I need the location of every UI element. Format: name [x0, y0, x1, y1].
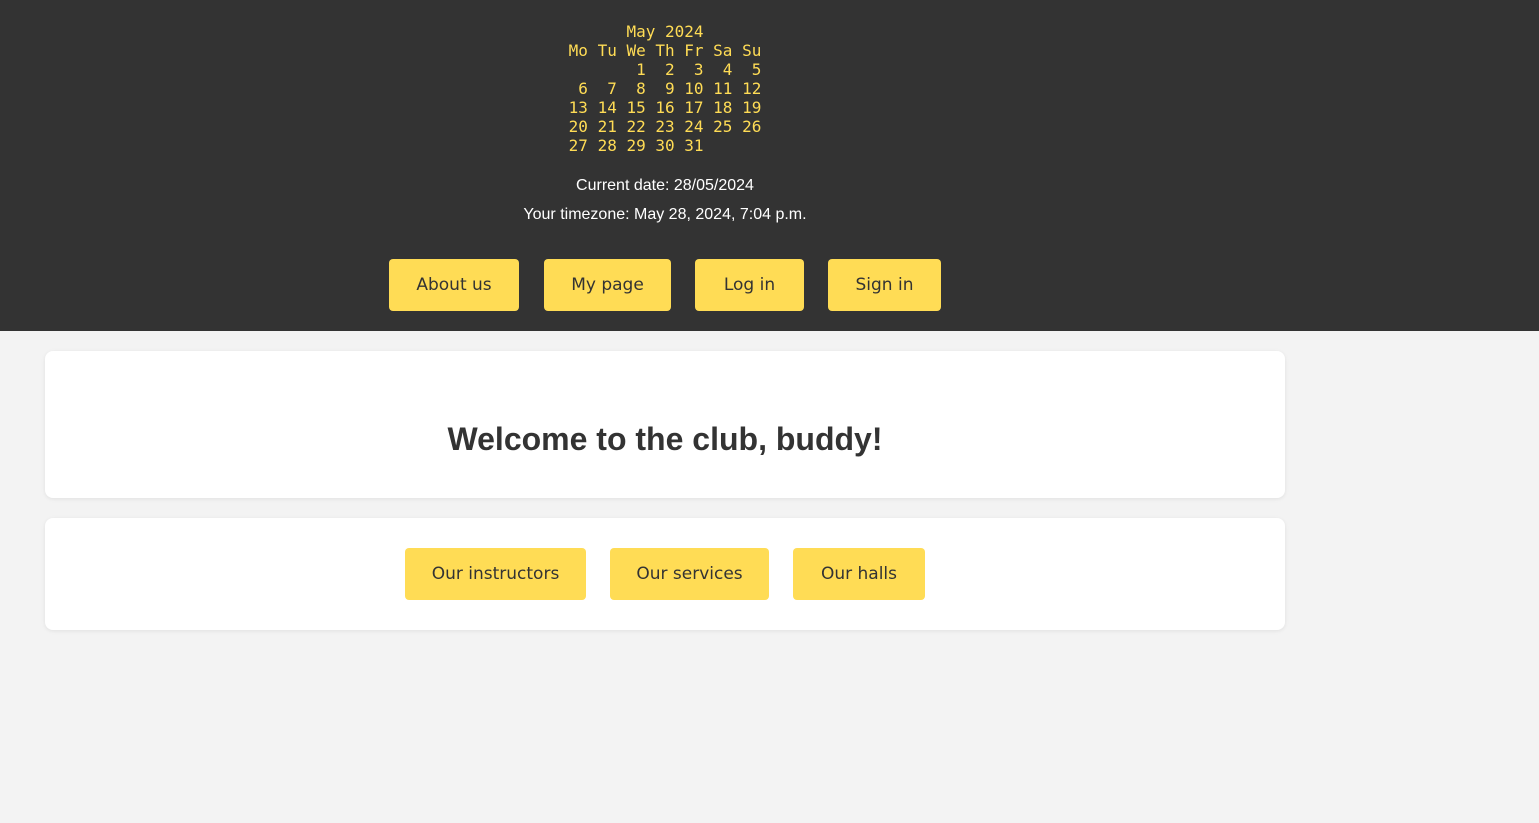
calendar-week: 13 14 15 16 17 18 19 [568, 98, 762, 117]
calendar-weekday-header: Mo Tu We Th Fr Sa Su [568, 41, 762, 60]
calendar-week: 1 2 3 4 5 [568, 60, 762, 79]
calendar-week: 27 28 29 30 31 [568, 136, 704, 155]
our-halls-button[interactable]: Our halls [793, 548, 925, 600]
header: May 2024 Mo Tu We Th Fr Sa Su 1 2 3 4 5 6… [0, 0, 1539, 331]
about-us-button[interactable]: About us [389, 259, 519, 311]
our-services-button[interactable]: Our services [610, 548, 769, 600]
calendar-title: May 2024 [626, 22, 704, 41]
welcome-title: Welcome to the club, buddy! [447, 421, 883, 457]
calendar-week: 20 21 22 23 24 25 26 [568, 117, 762, 136]
sign-in-button[interactable]: Sign in [828, 259, 941, 311]
timezone-text: Your timezone: May 28, 2024, 7:04 p.m. [523, 206, 807, 223]
calendar-week: 6 7 8 9 10 11 12 [568, 79, 762, 98]
current-date: Current date: 28/05/2024 [576, 177, 754, 194]
calendar-block: May 2024 Mo Tu We Th Fr Sa Su 1 2 3 4 5 6… [569, 22, 762, 155]
log-in-button[interactable]: Log in [695, 259, 804, 311]
my-page-button[interactable]: My page [544, 259, 671, 311]
calendar: May 2024 Mo Tu We Th Fr Sa Su 1 2 3 4 5 6… [0, 22, 1330, 155]
our-instructors-button[interactable]: Our instructors [405, 548, 586, 600]
